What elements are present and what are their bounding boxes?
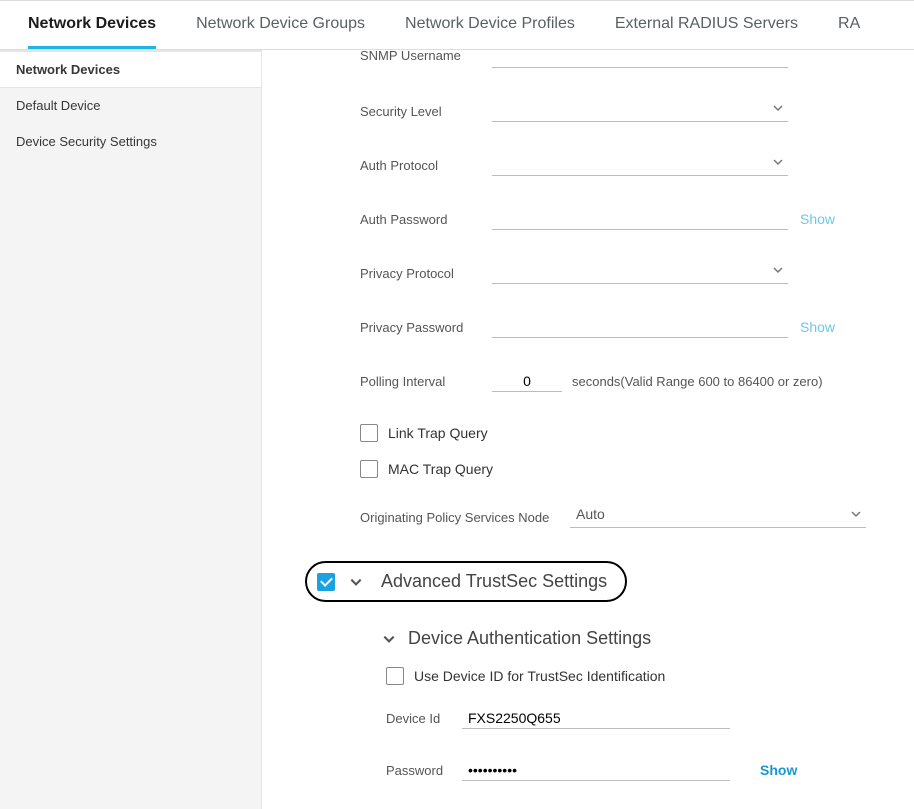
use-device-id-label: Use Device ID for TrustSec Identificatio… (414, 668, 665, 684)
originating-policy-node-label: Originating Policy Services Node (360, 510, 570, 525)
advanced-trustsec-checkbox[interactable] (317, 573, 335, 591)
sidebar-item-device-security-settings[interactable]: Device Security Settings (0, 124, 261, 160)
mac-trap-query-checkbox[interactable] (360, 460, 378, 478)
tab-bar: Network Devices Network Device Groups Ne… (0, 0, 914, 50)
polling-interval-input[interactable] (492, 370, 562, 392)
privacy-password-label: Privacy Password (360, 320, 492, 335)
device-auth-title: Device Authentication Settings (408, 628, 651, 649)
trustsec-password-input[interactable] (462, 759, 730, 781)
main-form: SNMP Username Security Level Auth Protoc… (262, 50, 914, 809)
device-auth-section-header[interactable]: Device Authentication Settings (382, 628, 914, 649)
auth-password-label: Auth Password (360, 212, 492, 227)
mac-trap-query-label: MAC Trap Query (388, 461, 493, 477)
device-id-input[interactable] (462, 707, 730, 729)
use-device-id-checkbox[interactable] (386, 667, 404, 685)
polling-interval-hint: seconds(Valid Range 600 to 86400 or zero… (572, 374, 823, 389)
trustsec-password-show-link[interactable]: Show (760, 762, 797, 778)
advanced-trustsec-title: Advanced TrustSec Settings (381, 571, 607, 592)
chevron-down-icon[interactable] (382, 632, 396, 646)
security-level-label: Security Level (360, 104, 492, 119)
chevron-down-icon[interactable] (349, 575, 363, 589)
auth-protocol-label: Auth Protocol (360, 158, 492, 173)
device-id-label: Device Id (386, 711, 462, 726)
security-level-select[interactable] (492, 100, 788, 122)
sidebar-item-network-devices[interactable]: Network Devices (0, 51, 261, 88)
originating-policy-node-select[interactable]: Auto (570, 506, 866, 528)
chevron-down-icon (772, 264, 784, 276)
privacy-password-input[interactable] (492, 316, 788, 338)
privacy-protocol-label: Privacy Protocol (360, 266, 492, 281)
snmp-username-input[interactable] (492, 50, 788, 68)
sidebar: Network Devices Default Device Device Se… (0, 50, 262, 809)
polling-interval-label: Polling Interval (360, 374, 492, 389)
link-trap-query-checkbox[interactable] (360, 424, 378, 442)
chevron-down-icon (772, 102, 784, 114)
advanced-trustsec-section-header[interactable]: Advanced TrustSec Settings (305, 561, 627, 602)
privacy-protocol-select[interactable] (492, 262, 788, 284)
chevron-down-icon (772, 156, 784, 168)
privacy-password-show-link[interactable]: Show (800, 319, 835, 335)
tab-external-radius-servers[interactable]: External RADIUS Servers (615, 1, 798, 49)
trustsec-password-label: Password (386, 763, 462, 778)
auth-password-show-link[interactable]: Show (800, 211, 835, 227)
sidebar-item-default-device[interactable]: Default Device (0, 88, 261, 124)
tab-network-device-profiles[interactable]: Network Device Profiles (405, 1, 575, 49)
auth-protocol-select[interactable] (492, 154, 788, 176)
link-trap-query-label: Link Trap Query (388, 425, 488, 441)
snmp-username-label: SNMP Username (360, 50, 492, 63)
chevron-down-icon (850, 508, 862, 520)
auth-password-input[interactable] (492, 208, 788, 230)
tab-network-device-groups[interactable]: Network Device Groups (196, 1, 365, 49)
tab-ra-partial[interactable]: RA (838, 1, 860, 49)
tab-network-devices[interactable]: Network Devices (28, 1, 156, 49)
originating-policy-node-value: Auto (570, 506, 605, 522)
